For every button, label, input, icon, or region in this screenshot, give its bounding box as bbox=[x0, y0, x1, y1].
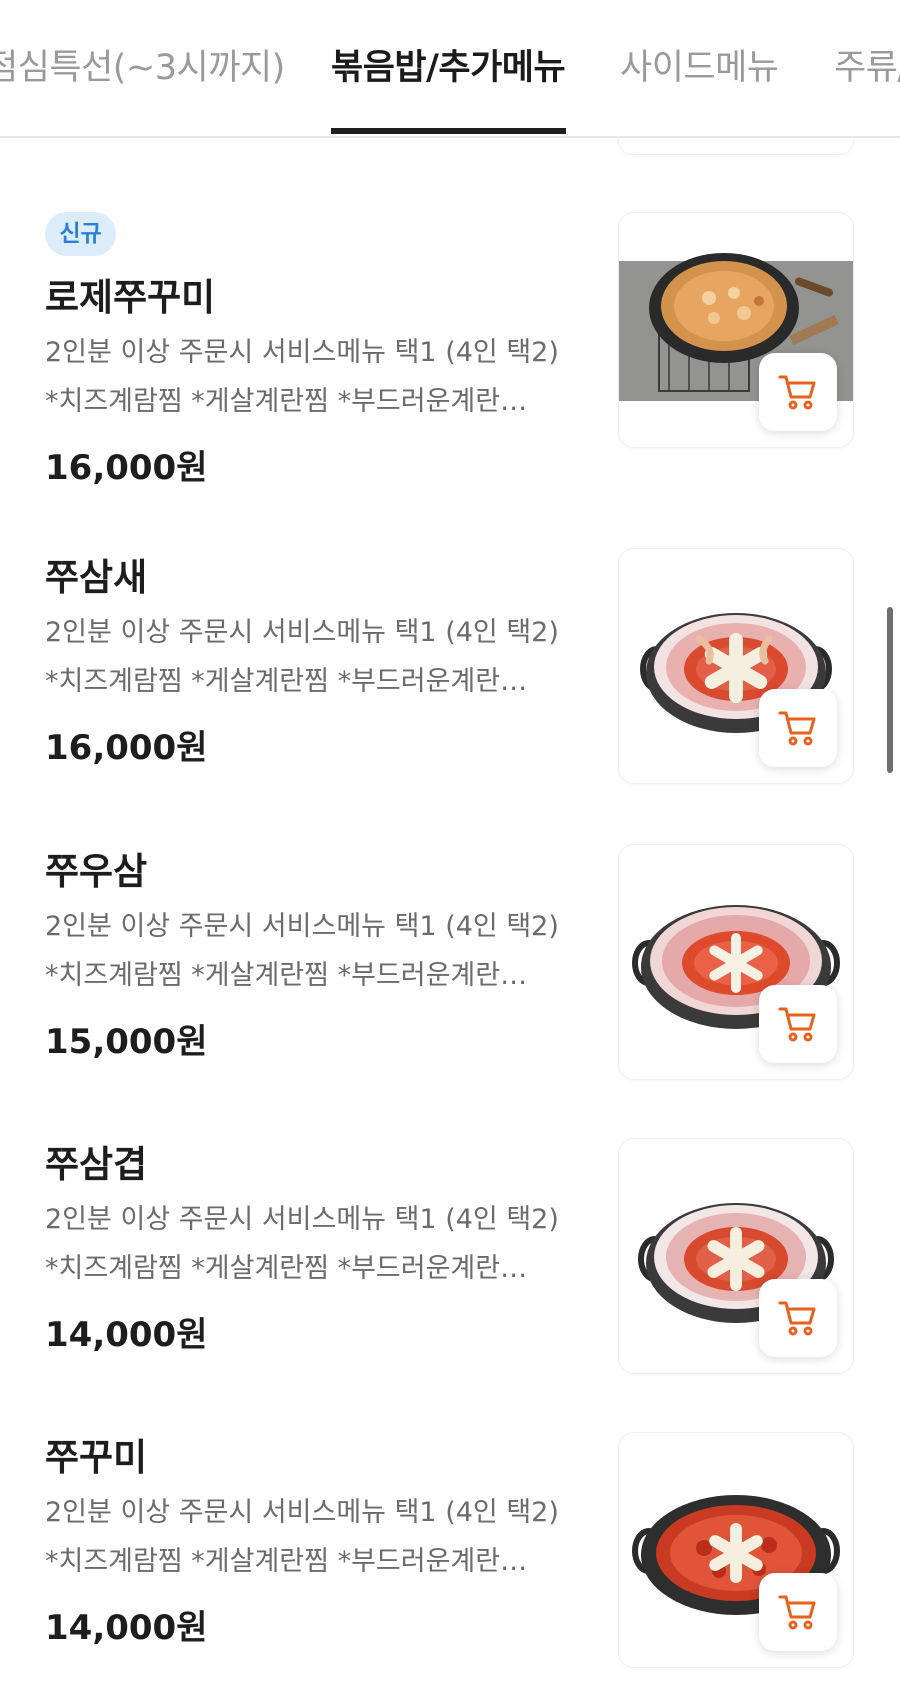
menu-item-price: 15,000원 bbox=[45, 1022, 208, 1062]
menu-item-name: 쭈삼겹 bbox=[45, 1143, 148, 1186]
menu-item-name: 로제쭈꾸미 bbox=[45, 276, 216, 319]
menu-item-image[interactable] bbox=[618, 1138, 854, 1374]
tab-lunch-special[interactable]: 점심특선(~3시까지) bbox=[0, 44, 285, 92]
menu-item-price: 14,000원 bbox=[45, 1315, 208, 1355]
menu-item[interactable]: 쭈우삼 2인분 이상 주문시 서비스메뉴 택1 (4인 택2) *치즈계람찜 *… bbox=[0, 844, 900, 1108]
menu-item-description: 2인분 이상 주문시 서비스메뉴 택1 (4인 택2) bbox=[45, 617, 559, 648]
menu-item-name: 쭈우삼 bbox=[45, 850, 148, 893]
add-to-cart-button[interactable] bbox=[759, 689, 837, 767]
menu-item-description: 2인분 이상 주문시 서비스메뉴 택1 (4인 택2) bbox=[45, 337, 559, 368]
shopping-cart-icon bbox=[778, 711, 816, 746]
menu-item-description: *치즈계람찜 *게살계란찜 *부드러운계란… bbox=[45, 960, 528, 991]
menu-item-description: *치즈계람찜 *게살계란찜 *부드러운계란… bbox=[45, 386, 528, 417]
menu-item-price: 14,000원 bbox=[45, 1608, 208, 1648]
add-to-cart-button[interactable] bbox=[759, 985, 837, 1063]
tab-fried-rice-extra[interactable]: 볶음밥/추가메뉴 bbox=[331, 44, 566, 92]
menu-item-description: 2인분 이상 주문시 서비스메뉴 택1 (4인 택2) bbox=[45, 1204, 559, 1235]
previous-item-image-edge bbox=[618, 136, 854, 155]
menu-item-description: 2인분 이상 주문시 서비스메뉴 택1 (4인 택2) bbox=[45, 911, 559, 942]
active-tab-indicator bbox=[331, 128, 566, 134]
add-to-cart-button[interactable] bbox=[759, 1279, 837, 1357]
shopping-cart-icon bbox=[778, 1301, 816, 1336]
menu-item-image[interactable] bbox=[618, 1432, 854, 1668]
menu-item-description: *치즈계람찜 *게살계란찜 *부드러운계란… bbox=[45, 1253, 528, 1284]
category-tab-bar: 점심특선(~3시까지) 볶음밥/추가메뉴 사이드메뉴 주류/음료 bbox=[0, 0, 900, 138]
menu-item[interactable]: 쭈꾸미 2인분 이상 주문시 서비스메뉴 택1 (4인 택2) *치즈계람찜 *… bbox=[0, 1432, 900, 1694]
menu-item-price: 16,000원 bbox=[45, 448, 208, 488]
new-badge: 신규 bbox=[45, 212, 116, 256]
add-to-cart-button[interactable] bbox=[759, 353, 837, 431]
shopping-cart-icon bbox=[778, 375, 816, 410]
menu-item[interactable]: 신규 로제쭈꾸미 2인분 이상 주문시 서비스메뉴 택1 (4인 택2) *치즈… bbox=[0, 212, 900, 488]
shopping-cart-icon bbox=[778, 1007, 816, 1042]
tab-drinks[interactable]: 주류/음료 bbox=[834, 44, 900, 92]
menu-item-description: *치즈계람찜 *게살계란찜 *부드러운계란… bbox=[45, 1546, 528, 1577]
menu-item-image[interactable] bbox=[618, 212, 854, 448]
tab-side-menu[interactable]: 사이드메뉴 bbox=[620, 44, 779, 92]
menu-item-description: *치즈계람찜 *게살계란찜 *부드러운계란… bbox=[45, 666, 528, 697]
menu-item[interactable]: 쭈삼겹 2인분 이상 주문시 서비스메뉴 택1 (4인 택2) *치즈계람찜 *… bbox=[0, 1138, 900, 1401]
add-to-cart-button[interactable] bbox=[759, 1573, 837, 1651]
menu-item-description: 2인분 이상 주문시 서비스메뉴 택1 (4인 택2) bbox=[45, 1497, 559, 1528]
menu-item-price: 16,000원 bbox=[45, 728, 208, 768]
shopping-cart-icon bbox=[778, 1595, 816, 1630]
menu-item-name: 쭈삼새 bbox=[45, 556, 148, 599]
menu-item-name: 쭈꾸미 bbox=[45, 1436, 148, 1479]
scrollbar-thumb[interactable] bbox=[887, 607, 893, 773]
menu-item-image[interactable] bbox=[618, 844, 854, 1080]
menu-item[interactable]: 쭈삼새 2인분 이상 주문시 서비스메뉴 택1 (4인 택2) *치즈계람찜 *… bbox=[0, 548, 900, 814]
menu-item-image[interactable] bbox=[618, 548, 854, 784]
